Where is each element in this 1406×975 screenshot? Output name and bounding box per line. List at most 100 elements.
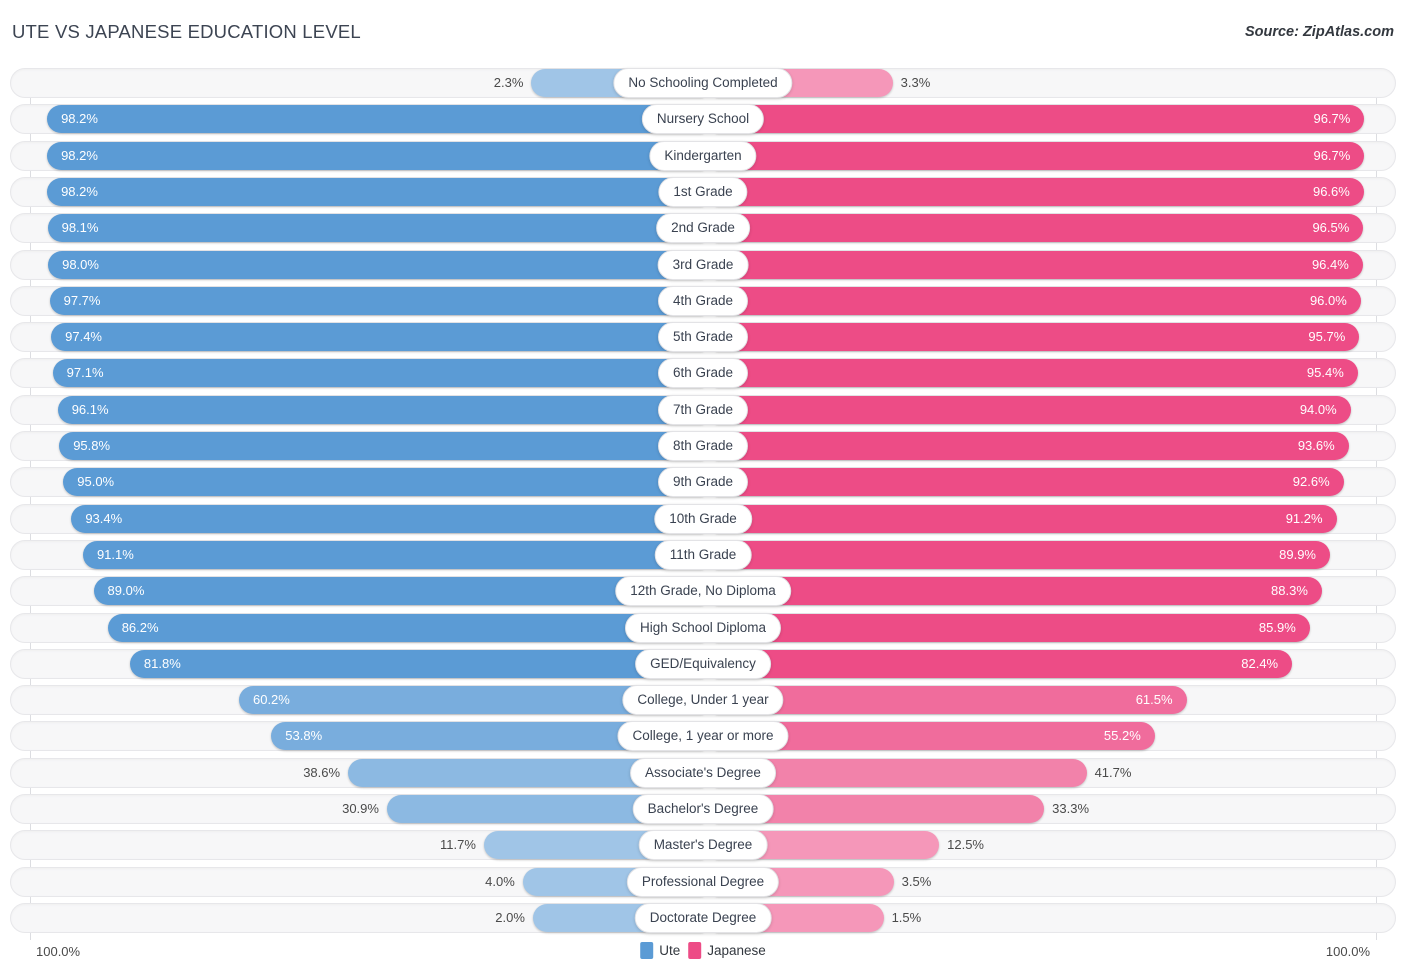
- bar-japanese: [716, 105, 1365, 134]
- value-label-ute: 60.2%: [252, 692, 290, 708]
- bar-japanese: [716, 613, 1310, 642]
- chart-row: 95.8% 93.6% 8th Grade: [10, 431, 1396, 461]
- value-label-japanese: 96.6%: [1312, 183, 1350, 199]
- value-label-ute: 96.1%: [71, 401, 109, 417]
- chart-row: 86.2% 85.9% High School Diploma: [10, 612, 1396, 643]
- chart-row: 97.4% 95.7% 5th Grade: [10, 322, 1396, 353]
- value-label-japanese: 95.4%: [1306, 365, 1344, 381]
- value-label-japanese: 89.9%: [1279, 546, 1316, 562]
- value-label-ute: 2.0%: [495, 909, 525, 925]
- value-label-ute: 98.2%: [61, 183, 98, 199]
- plot-area: 2.3% 3.3% No Schooling Completed 98.2% 96.7%…: [0, 58, 1406, 940]
- bar-ute: [59, 432, 703, 460]
- value-label-ute: 53.8%: [285, 728, 323, 744]
- value-label-japanese: 55.2%: [1103, 728, 1141, 744]
- chart-row: 97.7% 96.0% 4th Grade: [10, 285, 1396, 316]
- value-label-ute: 97.4%: [65, 329, 102, 345]
- value-label-ute: 98.1%: [61, 220, 99, 236]
- category-label: No Schooling Completed: [613, 68, 793, 98]
- value-label-japanese: 88.3%: [1271, 583, 1308, 599]
- chart-row: 89.0% 88.3% 12th Grade, No Diploma: [10, 576, 1396, 607]
- chart-row: 91.1% 89.9% 11th Grade: [10, 539, 1396, 570]
- category-label: Professional Degree: [626, 866, 780, 897]
- value-label-japanese: 95.7%: [1308, 329, 1346, 345]
- bar-japanese: [716, 395, 1351, 424]
- legend-label: Japanese: [707, 943, 766, 958]
- chart-row: 93.4% 91.2% 10th Grade: [10, 503, 1396, 534]
- legend-label: Ute: [659, 943, 681, 958]
- category-label: GED/Equivalency: [635, 648, 771, 679]
- value-label-ute: 97.1%: [66, 365, 104, 381]
- category-label: 12th Grade, No Diploma: [615, 576, 791, 607]
- value-label-ute: 38.6%: [303, 764, 341, 780]
- chart-row: 98.2% 96.6% 1st Grade: [10, 176, 1396, 207]
- bar-japanese: [716, 468, 1344, 497]
- bar-japanese: [716, 250, 1363, 279]
- value-label-ute: 98.2%: [61, 111, 98, 127]
- bar-ute: [47, 141, 703, 170]
- value-label-ute: 2.3%: [493, 75, 524, 90]
- bar-ute: [71, 504, 703, 533]
- bar-japanese: [716, 177, 1364, 206]
- chart-legend: Ute Japanese: [640, 942, 766, 959]
- chart-row: 98.2% 96.7% Nursery School: [10, 104, 1396, 135]
- category-label: Master's Degree: [638, 830, 768, 861]
- value-label-japanese: 96.4%: [1311, 256, 1349, 272]
- bar-japanese: [716, 359, 1358, 388]
- bar-japanese: [716, 504, 1337, 533]
- axis-label-left: 100.0%: [36, 944, 81, 959]
- value-label-ute: 81.8%: [143, 655, 181, 671]
- value-label-ute: 93.4%: [85, 510, 123, 526]
- legend-item[interactable]: Ute: [640, 942, 680, 959]
- category-label: 11th Grade: [654, 539, 752, 570]
- bar-ute: [82, 540, 703, 569]
- chart-row: 4.0% 3.5% Professional Degree: [10, 866, 1396, 897]
- legend-swatch-japanese: [688, 942, 702, 959]
- category-label: High School Diploma: [624, 612, 782, 643]
- bar-japanese: [716, 286, 1361, 315]
- category-label: College, Under 1 year: [622, 685, 784, 716]
- value-label-japanese: 41.7%: [1094, 764, 1132, 780]
- value-label-ute: 89.0%: [107, 583, 145, 599]
- legend-swatch-ute: [640, 942, 654, 959]
- chart-row: 98.1% 96.5% 2nd Grade: [10, 213, 1396, 244]
- value-label-japanese: 1.5%: [891, 909, 922, 925]
- category-label: 1st Grade: [658, 176, 748, 207]
- legend-item[interactable]: Japanese: [688, 942, 766, 959]
- bar-ute: [47, 177, 703, 206]
- category-label: 5th Grade: [657, 322, 749, 353]
- bar-ute: [48, 250, 703, 279]
- category-label: 4th Grade: [657, 285, 749, 316]
- category-label: Doctorate Degree: [634, 902, 772, 933]
- category-label: 8th Grade: [657, 431, 749, 461]
- bar-ute: [49, 286, 703, 315]
- bar-japanese: [716, 214, 1364, 243]
- bar-ute: [52, 359, 703, 388]
- value-label-japanese: 82.4%: [1241, 655, 1279, 671]
- bar-japanese: [716, 432, 1349, 460]
- bar-ute: [93, 577, 703, 606]
- source-attribution: Source: ZipAtlas.com: [1244, 24, 1394, 40]
- value-label-ute: 98.2%: [61, 147, 98, 163]
- value-label-ute: 95.8%: [73, 438, 111, 453]
- bar-ute: [107, 613, 703, 642]
- chart-header: Ute vs Japanese Education Level Source: …: [0, 0, 1406, 58]
- value-label-japanese: 3.3%: [900, 75, 931, 90]
- bar-ute: [57, 395, 703, 424]
- value-label-japanese: 96.7%: [1313, 147, 1351, 163]
- category-label: Nursery School: [641, 104, 765, 135]
- value-label-ute: 11.7%: [440, 837, 476, 853]
- education-level-comparison-chart: Ute vs Japanese Education Level Source: …: [0, 0, 1406, 975]
- bar-ute: [47, 214, 703, 243]
- bar-japanese: [716, 577, 1322, 606]
- value-label-japanese: 61.5%: [1135, 692, 1173, 708]
- value-label-ute: 97.7%: [63, 292, 101, 308]
- page-title: Ute vs Japanese Education Level: [12, 21, 361, 42]
- value-label-japanese: 92.6%: [1292, 474, 1330, 490]
- chart-row: 98.2% 96.7% Kindergarten: [10, 140, 1396, 171]
- chart-footer: 100.0% 100.0% Ute Japanese: [0, 938, 1406, 975]
- bar-japanese: [716, 323, 1360, 352]
- chart-row: 97.1% 95.4% 6th Grade: [10, 358, 1396, 389]
- value-label-ute: 98.0%: [62, 256, 99, 272]
- value-label-japanese: 94.0%: [1299, 401, 1337, 417]
